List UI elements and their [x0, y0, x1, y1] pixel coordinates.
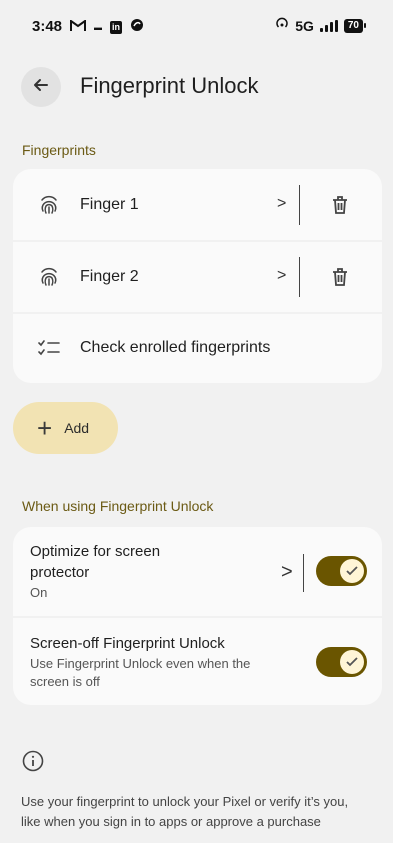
gmail-icon	[70, 18, 86, 37]
delete-finger-2-button[interactable]	[329, 266, 351, 288]
check-enrolled-label: Check enrolled fingerprints	[80, 339, 271, 356]
chevron-right-icon: >	[277, 267, 287, 284]
notification-icons: ▬ in	[70, 18, 144, 37]
setting-subtitle: Use Fingerprint Unlock even when the	[30, 656, 251, 671]
setting-subtitle-line2: screen is off	[30, 674, 100, 689]
setting-title: Screen-off Fingerprint Unlock	[30, 635, 225, 652]
divider	[303, 554, 304, 592]
setting-title-line2: protector	[30, 564, 90, 581]
status-bar: 3:48 ▬ in 5G 70	[0, 0, 393, 56]
back-button[interactable]	[21, 67, 61, 107]
footer-line-1: Use your fingerprint to unlock your Pixe…	[21, 794, 349, 809]
add-label: Add	[64, 420, 90, 436]
status-time: 3:48	[32, 18, 63, 35]
setting-subtitle: On	[30, 585, 48, 600]
fingerprint-icon	[37, 265, 61, 289]
app-icon	[130, 18, 144, 37]
setting-optimize-screen-protector[interactable]: Optimize for screen protector On >	[13, 527, 382, 616]
fingerprints-card: Finger 1 > Finger 2 > Check enrolled fin…	[13, 169, 382, 383]
fingerprint-label: Finger 1	[80, 196, 139, 213]
fingerprint-item-finger-1[interactable]: Finger 1 >	[13, 169, 382, 240]
section-label-fingerprints: Fingerprints	[22, 142, 96, 158]
toggle-knob	[340, 650, 364, 674]
divider	[299, 257, 300, 297]
delete-finger-1-button[interactable]	[329, 194, 351, 216]
info-icon	[22, 750, 44, 772]
fingerprint-icon	[37, 193, 61, 217]
chevron-right-icon: >	[281, 561, 293, 583]
status-right: 5G 70	[275, 16, 367, 35]
footer-line-2: like when you sign in to apps or approve…	[21, 814, 321, 829]
setting-screen-off-unlock[interactable]: Screen-off Fingerprint Unlock Use Finger…	[13, 618, 382, 705]
network-type: 5G	[295, 17, 314, 34]
fingerprint-item-finger-2[interactable]: Finger 2 >	[13, 242, 382, 312]
page-title: Fingerprint Unlock	[80, 73, 259, 98]
toggle-knob	[340, 559, 364, 583]
chevron-right-icon: >	[277, 195, 287, 212]
screen-off-unlock-toggle[interactable]	[316, 647, 367, 677]
add-fingerprint-button[interactable]: + Add	[13, 402, 118, 454]
setting-title: Optimize for screen	[30, 543, 161, 560]
linkedin-icon: in	[110, 21, 122, 34]
divider	[299, 185, 300, 225]
airtel-icon: ▬	[94, 22, 102, 32]
checklist-icon	[37, 336, 61, 360]
signal-icon	[319, 19, 338, 32]
hotspot-icon	[275, 16, 289, 35]
settings-card: Optimize for screen protector On > Scree…	[13, 527, 382, 705]
plus-icon: +	[37, 413, 53, 443]
section-label-when-using: When using Fingerprint Unlock	[22, 498, 214, 514]
fingerprint-label: Finger 2	[80, 268, 139, 285]
arrow-back-icon	[31, 75, 51, 100]
check-enrolled-fingerprints[interactable]: Check enrolled fingerprints	[13, 314, 382, 383]
battery-icon: 70	[343, 18, 367, 33]
screen-protector-toggle[interactable]	[316, 556, 367, 586]
footer-description: Use your fingerprint to unlock your Pixe…	[21, 792, 373, 832]
